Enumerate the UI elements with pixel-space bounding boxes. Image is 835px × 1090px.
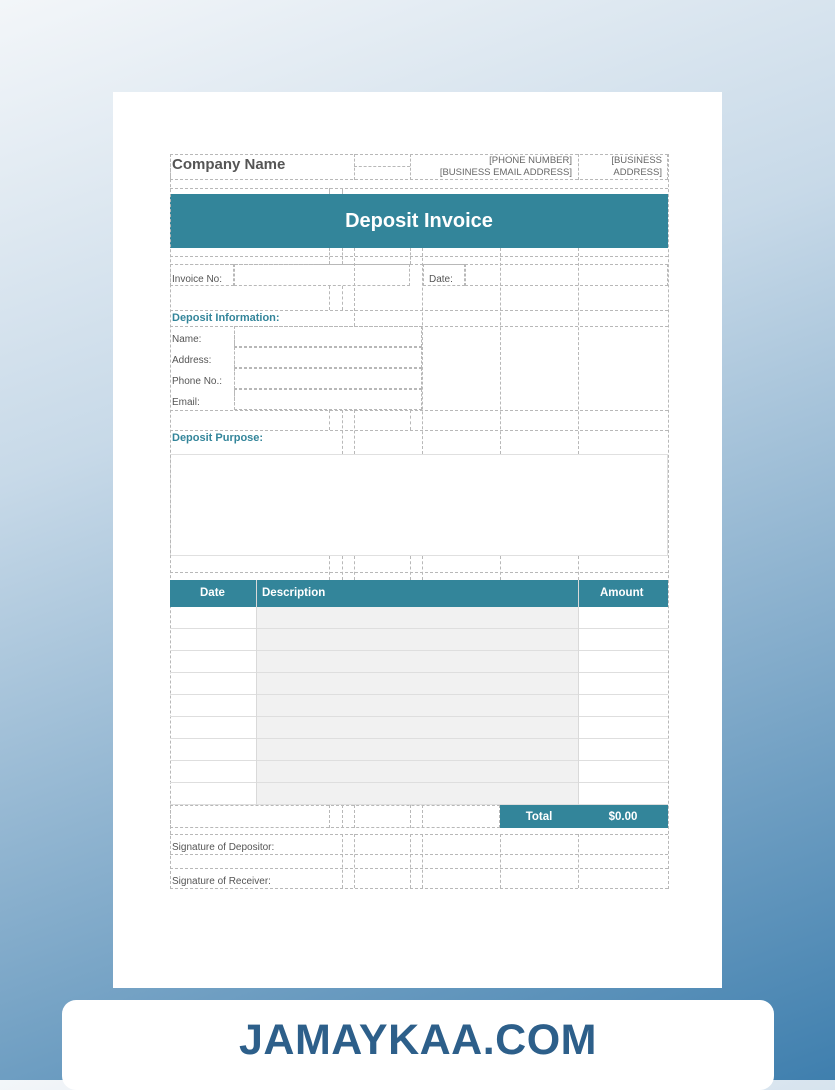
address-label: Address: bbox=[172, 355, 212, 366]
address-line-2: ADDRESS] bbox=[613, 167, 662, 178]
name-label: Name: bbox=[172, 334, 202, 345]
phone-number: [PHONE NUMBER] bbox=[489, 155, 572, 166]
invoice-no-input[interactable] bbox=[234, 264, 410, 286]
email-input[interactable] bbox=[234, 389, 422, 410]
grid-line bbox=[170, 572, 668, 573]
address-input[interactable] bbox=[234, 347, 422, 368]
table-row[interactable] bbox=[170, 695, 668, 717]
signature-depositor-line[interactable] bbox=[170, 854, 668, 855]
grid-line bbox=[422, 248, 423, 454]
grid-line bbox=[354, 805, 355, 828]
date-label: Date: bbox=[429, 274, 453, 285]
grid-line bbox=[170, 868, 668, 869]
grid-line bbox=[170, 834, 668, 835]
phone-input[interactable] bbox=[234, 368, 422, 389]
grid-line bbox=[342, 188, 343, 194]
phone-label: Phone No.: bbox=[172, 376, 223, 387]
grid-line bbox=[256, 580, 257, 805]
grid-line bbox=[578, 248, 579, 454]
grid-line bbox=[329, 248, 330, 264]
table-row[interactable] bbox=[170, 739, 668, 761]
company-name: Company Name bbox=[172, 156, 286, 173]
grid-line bbox=[354, 556, 355, 580]
deposit-information-title: Deposit Information: bbox=[172, 312, 280, 324]
grid-line bbox=[170, 310, 668, 311]
grid-line bbox=[354, 248, 355, 326]
grid-line bbox=[342, 248, 343, 264]
grid-line bbox=[342, 286, 343, 310]
grid-line bbox=[329, 286, 330, 310]
address-line-1: [BUSINESS bbox=[611, 155, 662, 166]
grid-line bbox=[354, 154, 355, 180]
business-email: [BUSINESS EMAIL ADDRESS] bbox=[439, 167, 572, 178]
column-header-amount: Amount bbox=[600, 587, 644, 599]
grid-line bbox=[170, 410, 668, 411]
table-row[interactable] bbox=[170, 761, 668, 783]
invoice-sheet: Company Name [PHONE NUMBER] [BUSINESS EM… bbox=[170, 154, 669, 889]
table-row[interactable] bbox=[170, 607, 668, 629]
grid-line bbox=[410, 248, 411, 264]
name-input[interactable] bbox=[234, 326, 422, 347]
grid-line bbox=[410, 805, 411, 828]
business-address: [BUSINESS ADDRESS] bbox=[611, 155, 662, 179]
total-spacer bbox=[170, 805, 500, 828]
grid-line bbox=[410, 154, 411, 180]
grid-line bbox=[422, 556, 423, 580]
grid-line bbox=[342, 410, 343, 454]
grid-line bbox=[170, 430, 668, 431]
grid-line bbox=[578, 154, 579, 180]
grid-line bbox=[578, 580, 579, 805]
signature-depositor-label: Signature of Depositor: bbox=[172, 842, 275, 853]
grid-line bbox=[342, 834, 343, 888]
total-value: $0.00 bbox=[578, 805, 668, 828]
signature-receiver-label: Signature of Receiver: bbox=[172, 876, 271, 887]
invoice-no-label: Invoice No: bbox=[172, 274, 223, 285]
brand-logo-text: JAMAYKAA.COM bbox=[239, 1016, 597, 1064]
grid-line bbox=[329, 556, 330, 580]
date-input[interactable] bbox=[465, 264, 668, 286]
grid-line bbox=[410, 834, 411, 888]
grid-line bbox=[500, 834, 501, 888]
grid-line bbox=[500, 556, 501, 580]
email-label: Email: bbox=[172, 397, 200, 408]
table-header: Date Description Amount bbox=[170, 580, 668, 607]
table-row[interactable] bbox=[170, 717, 668, 739]
grid-line bbox=[342, 556, 343, 580]
grid-line bbox=[354, 410, 355, 454]
deposit-purpose-title: Deposit Purpose: bbox=[172, 432, 264, 444]
grid-line bbox=[342, 805, 343, 828]
business-contact: [PHONE NUMBER] [BUSINESS EMAIL ADDRESS] bbox=[440, 155, 572, 179]
signature-receiver-line[interactable] bbox=[170, 888, 668, 889]
grid-line bbox=[170, 188, 668, 189]
grid-line bbox=[329, 410, 330, 430]
title-banner: Deposit Invoice bbox=[170, 194, 668, 248]
table-row[interactable] bbox=[170, 629, 668, 651]
table-row[interactable] bbox=[170, 673, 668, 695]
grid-line bbox=[410, 556, 411, 580]
grid-line bbox=[668, 154, 669, 889]
grid-line bbox=[354, 834, 355, 888]
total-label: Total bbox=[500, 805, 578, 828]
deposit-purpose-textarea[interactable] bbox=[170, 454, 668, 556]
document-page: Company Name [PHONE NUMBER] [BUSINESS EM… bbox=[113, 92, 722, 988]
grid-line bbox=[422, 805, 423, 828]
grid-line bbox=[410, 410, 411, 430]
grid-line bbox=[422, 834, 423, 888]
grid-line bbox=[354, 166, 410, 167]
grid-line bbox=[329, 805, 330, 828]
table-row[interactable] bbox=[170, 651, 668, 673]
column-header-description: Description bbox=[262, 587, 326, 599]
grid-line bbox=[578, 556, 579, 580]
column-header-date: Date bbox=[200, 587, 225, 599]
footer-banner: JAMAYKAA.COM bbox=[62, 1000, 774, 1090]
table-row[interactable] bbox=[170, 783, 668, 805]
grid-line bbox=[329, 188, 330, 194]
grid-line bbox=[234, 326, 235, 410]
grid-line bbox=[578, 834, 579, 888]
grid-line bbox=[170, 256, 668, 257]
grid-line bbox=[500, 248, 501, 454]
